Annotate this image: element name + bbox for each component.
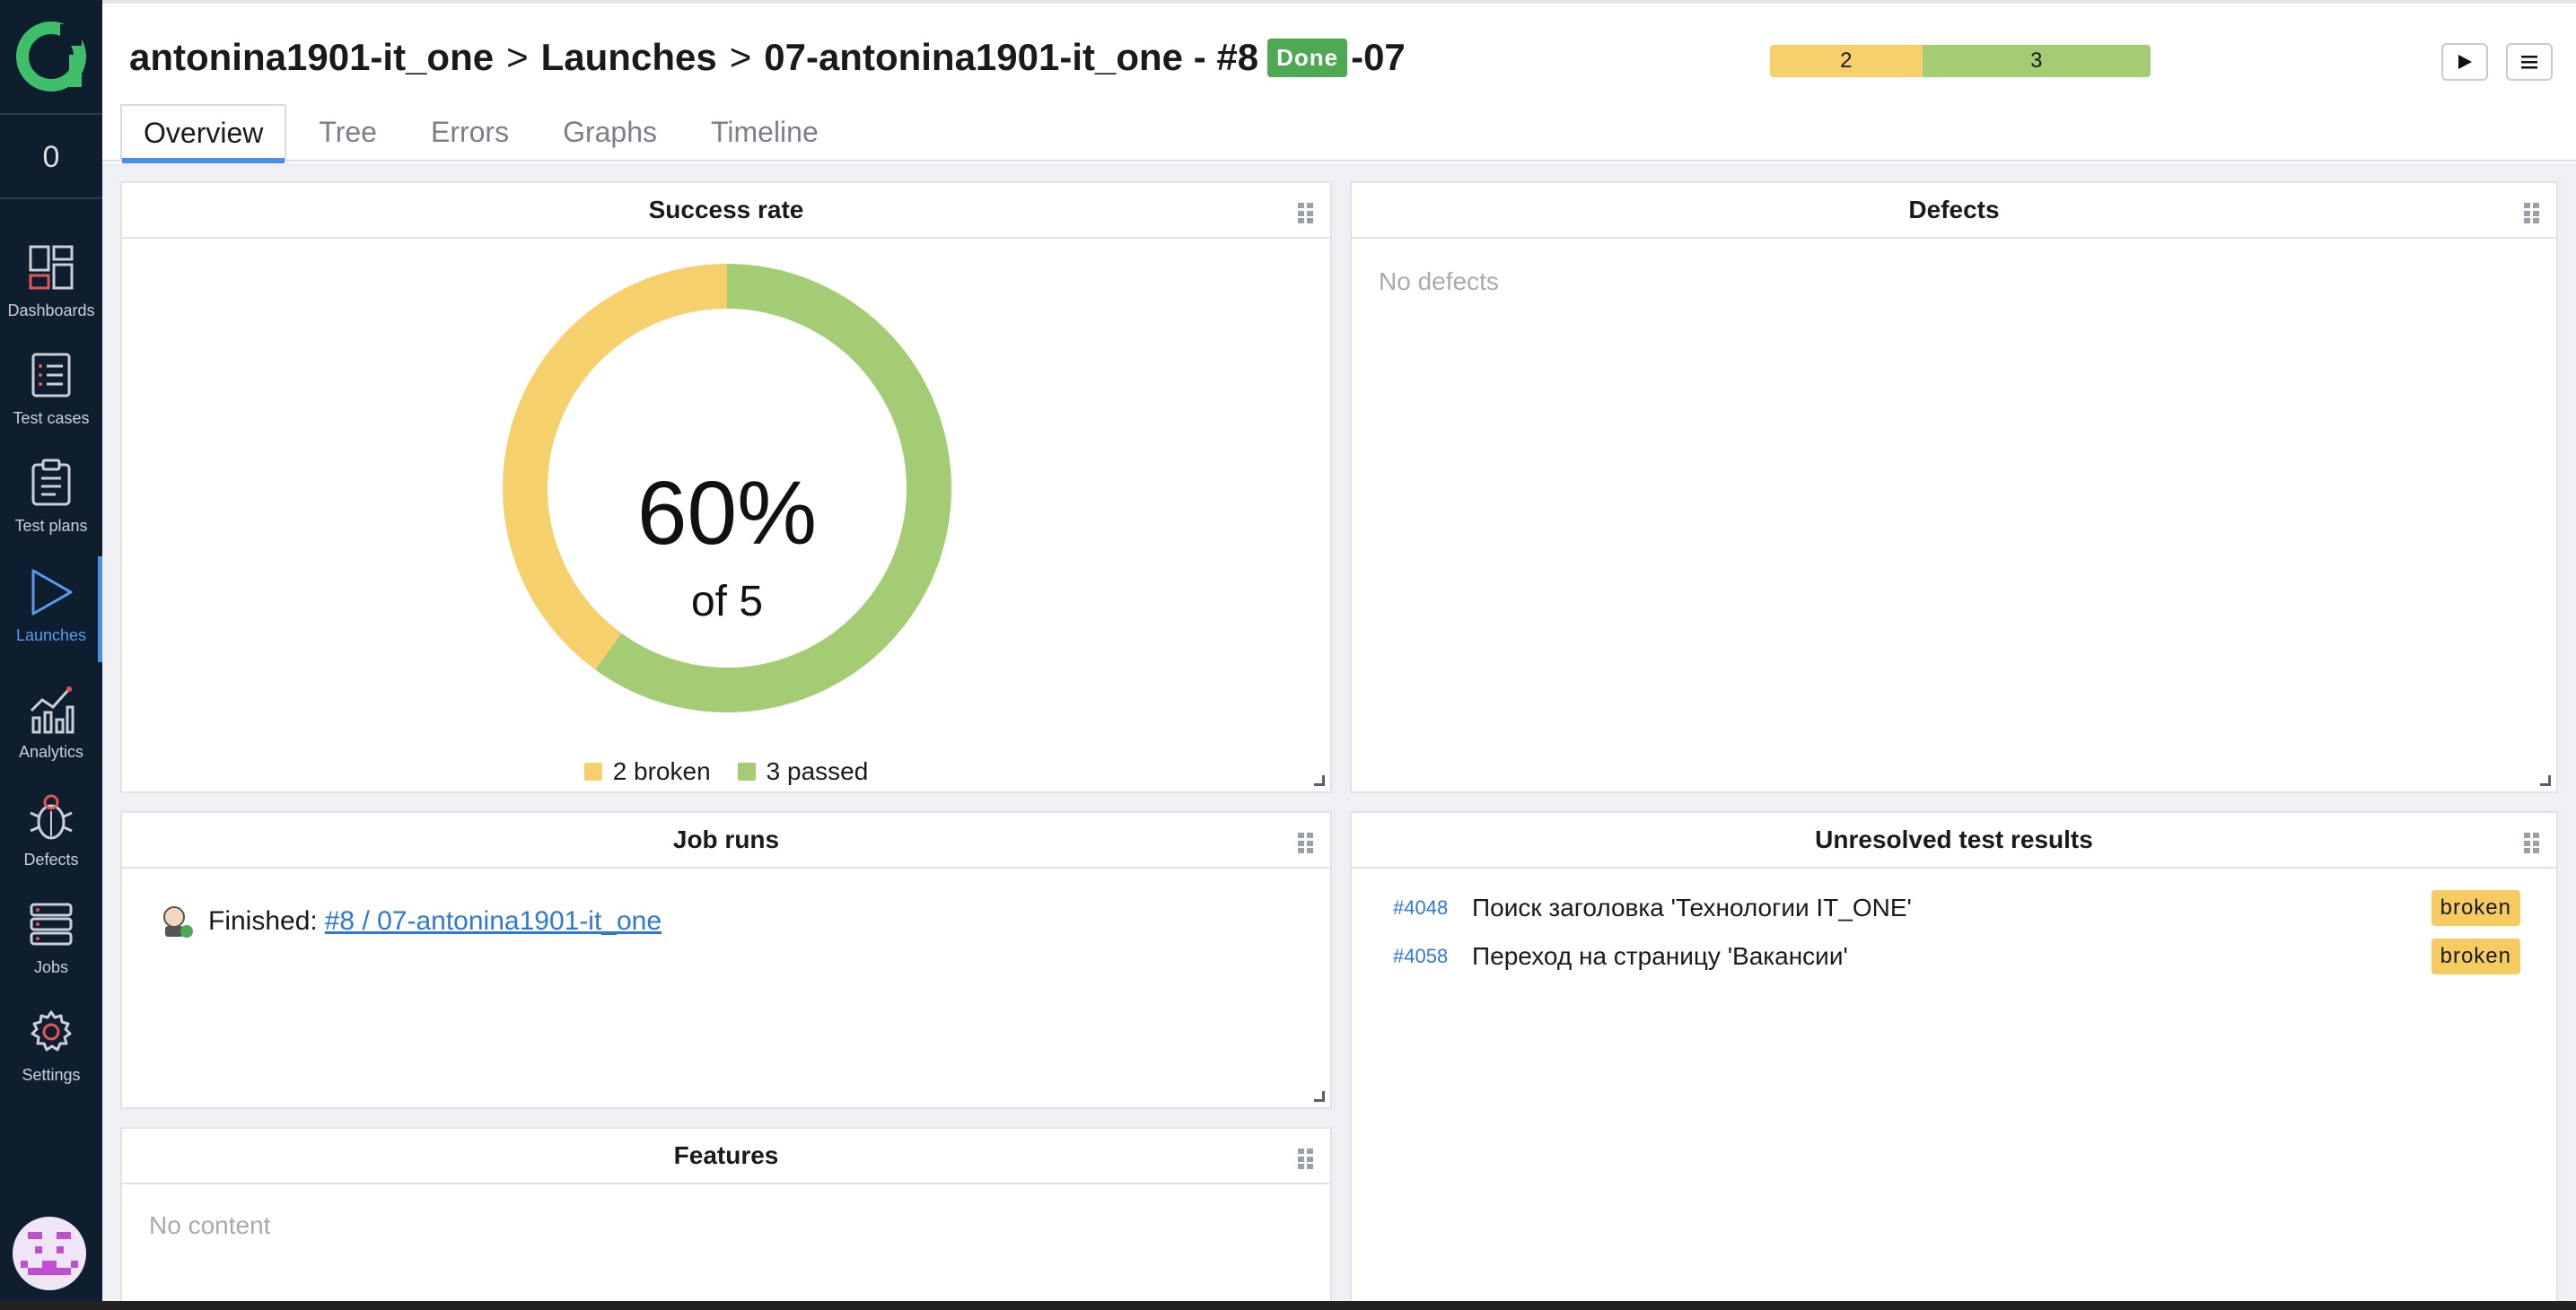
menu-icon <box>2521 56 2537 69</box>
resize-handle-icon[interactable] <box>1314 1091 1325 1102</box>
job-run-row: Finished: #8 / 07-antonina1901-it_one <box>158 903 662 940</box>
sidebar-item-label: Settings <box>22 1066 81 1084</box>
success-rate-percent: 60% <box>637 463 817 563</box>
result-id[interactable]: #4058 <box>1393 945 1472 968</box>
result-id[interactable]: #4048 <box>1393 896 1472 920</box>
empty-state: No content <box>149 1211 271 1239</box>
legend-item-passed[interactable]: 3 passed <box>737 757 869 786</box>
widget-title: Features <box>122 1129 1330 1184</box>
breadcrumb-launches[interactable]: Launches <box>541 36 717 79</box>
launch-progress-bar[interactable]: 2 3 <box>1770 45 2151 77</box>
drag-handle-icon[interactable] <box>1298 1148 1314 1170</box>
job-run-link[interactable]: #8 / 07-antonina1901-it_one <box>325 906 662 937</box>
sidebar-item-test-cases[interactable]: Test cases <box>0 339 102 440</box>
status-badge: broken <box>2431 890 2520 926</box>
page-title: 07-antonina1901-it_one - #8 <box>764 36 1259 78</box>
jobs-icon <box>26 897 76 951</box>
run-button[interactable] <box>2441 43 2488 81</box>
widget-title: Unresolved test results <box>1352 813 2556 869</box>
menu-button[interactable] <box>2506 43 2553 81</box>
legend-swatch <box>583 763 602 781</box>
result-name[interactable]: Переход на страницу 'Вакансии' <box>1472 942 2431 971</box>
drag-handle-icon[interactable] <box>2524 833 2540 854</box>
progress-passed-segment: 3 <box>1922 45 2151 77</box>
tab-tree[interactable]: Tree <box>297 104 399 160</box>
list-item[interactable]: #4058 Переход на страницу 'Вакансии' bro… <box>1393 937 2520 976</box>
progress-broken-segment: 2 <box>1770 45 1923 77</box>
sidebar-item-label: Dashboards <box>7 301 95 319</box>
widget-title: Success rate <box>122 183 1330 239</box>
chart-legend: 2 broken 3 passed <box>122 757 1330 786</box>
sidebar-item-analytics[interactable]: Analytics <box>0 673 102 773</box>
list-item[interactable]: #4048 Поиск заголовка 'Технологии IT_ONE… <box>1393 888 2520 928</box>
widget-title: Job runs <box>122 813 1330 869</box>
sidebar-item-settings[interactable]: Settings <box>0 996 102 1096</box>
sidebar-item-launches[interactable]: Launches <box>0 556 102 662</box>
notification-counter[interactable]: 0 <box>0 117 102 199</box>
test-cases-icon <box>26 348 76 402</box>
status-badge: Done <box>1267 38 1348 77</box>
legend-item-broken[interactable]: 2 broken <box>583 757 711 786</box>
header: antonina1901-it_one > Launches > 07-anto… <box>102 0 2576 163</box>
sidebar-item-label: Launches <box>15 626 87 644</box>
test-plans-icon <box>26 456 76 510</box>
launches-icon <box>26 565 76 619</box>
sidebar-item-dashboards[interactable]: Dashboards <box>0 231 102 332</box>
allure-logo-icon <box>16 22 86 92</box>
tab-overview[interactable]: Overview <box>120 104 287 163</box>
dashboard-content: Success rate 60% of 5 2 broken 3 passed … <box>102 163 2576 1310</box>
sidebar-item-label: Defects <box>23 851 79 869</box>
resize-handle-icon[interactable] <box>2540 775 2551 786</box>
sidebar-item-label: Analytics <box>18 743 84 761</box>
defects-icon <box>26 790 76 843</box>
app-logo[interactable] <box>0 0 102 115</box>
breadcrumb: antonina1901-it_one > Launches > 07-anto… <box>129 36 1406 79</box>
legend-swatch <box>737 763 756 781</box>
resize-handle-icon[interactable] <box>1314 775 1325 786</box>
sidebar-item-label: Test plans <box>14 517 88 535</box>
sidebar-item-jobs[interactable]: Jobs <box>0 888 102 989</box>
job-run-status: Finished: <box>208 906 318 936</box>
defects-widget: Defects No defects <box>1350 181 2558 793</box>
widget-title: Defects <box>1352 183 2556 239</box>
breadcrumb-project[interactable]: antonina1901-it_one <box>129 36 494 79</box>
breadcrumb-separator-icon: > <box>506 36 529 78</box>
unresolved-results-widget: Unresolved test results #4048 Поиск заго… <box>1350 811 2558 1310</box>
job-runs-widget: Job runs Finished: #8 / 07-antonina1901-… <box>120 811 1332 1109</box>
success-rate-widget: Success rate 60% of 5 2 broken 3 passed <box>120 181 1332 793</box>
features-widget: Features No content <box>120 1127 1332 1310</box>
empty-state: No defects <box>1379 267 1499 295</box>
page-title-suffix: -07 <box>1351 36 1406 78</box>
analytics-icon <box>26 682 76 736</box>
success-rate-donut-chart: 60% of 5 <box>503 264 951 712</box>
dashboards-icon <box>26 240 76 294</box>
legend-label: 3 passed <box>766 757 869 785</box>
result-name[interactable]: Поиск заголовка 'Технологии IT_ONE' <box>1472 894 2431 922</box>
tab-errors[interactable]: Errors <box>409 104 530 160</box>
play-icon <box>2458 55 2472 69</box>
sidebar-item-test-plans[interactable]: Test plans <box>0 447 102 547</box>
sidebar: 0 Dashboards Test cases Test plans Launc… <box>0 0 102 1310</box>
sidebar-item-label: Test cases <box>13 409 90 427</box>
avatar-icon <box>21 1232 78 1275</box>
jenkins-icon <box>163 906 193 938</box>
tab-timeline[interactable]: Timeline <box>689 104 840 160</box>
sidebar-item-defects[interactable]: Defects <box>0 781 102 881</box>
status-badge: broken <box>2431 939 2520 974</box>
user-avatar[interactable] <box>13 1217 86 1290</box>
tabs: Overview Tree Errors Graphs Timeline <box>120 104 851 163</box>
sidebar-item-label: Jobs <box>33 958 69 976</box>
settings-icon <box>26 1005 76 1059</box>
window-bottom-edge <box>0 1301 2576 1310</box>
legend-label: 2 broken <box>612 757 711 785</box>
tab-graphs[interactable]: Graphs <box>541 104 679 160</box>
drag-handle-icon[interactable] <box>1298 833 1314 854</box>
breadcrumb-separator-icon: > <box>729 36 752 78</box>
drag-handle-icon[interactable] <box>1298 203 1314 224</box>
drag-handle-icon[interactable] <box>2524 203 2540 224</box>
success-rate-total: of 5 <box>691 578 763 625</box>
